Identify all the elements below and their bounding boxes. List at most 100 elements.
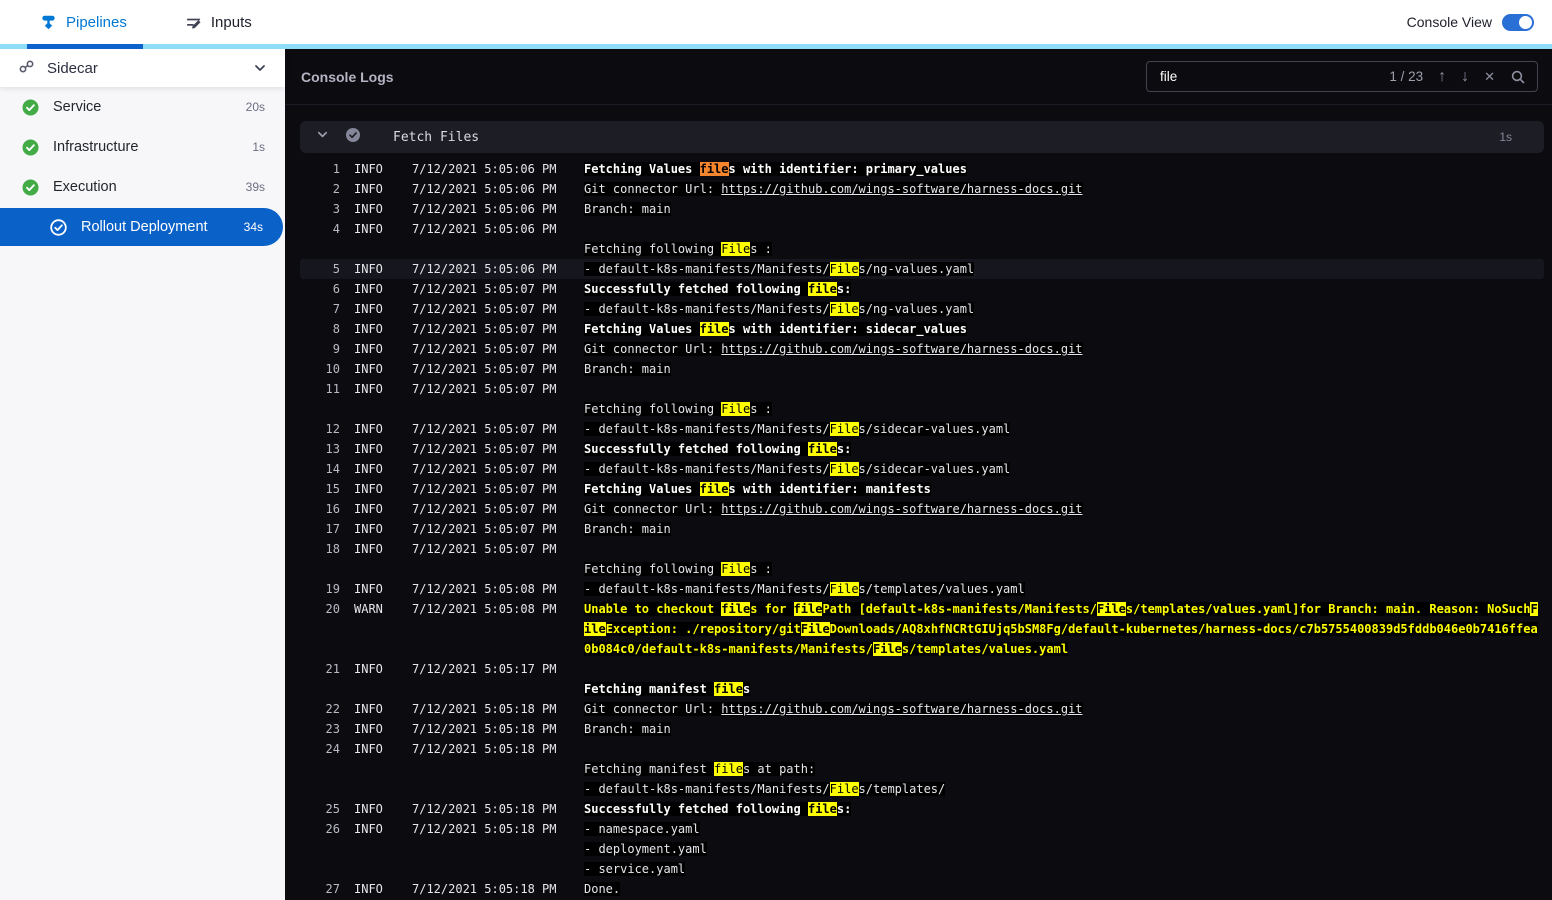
log-message: - default-k8s-manifests/Manifests/Files/… — [584, 462, 1011, 476]
log-message: Branch: main — [584, 522, 671, 536]
log-line-27: 27 INFO 7/12/2021 5:05:18 PM Done. — [300, 879, 1544, 899]
line-number: 25 — [325, 802, 340, 816]
log-link[interactable]: https://github.com/wings-software/harnes… — [721, 502, 1082, 516]
log-level: INFO — [354, 302, 383, 316]
log-message: Git connector Url: https://github.com/wi… — [584, 342, 1083, 356]
previous-match-button[interactable]: ↑ — [1438, 68, 1446, 85]
log-level: INFO — [354, 202, 383, 216]
log-timestamp: 7/12/2021 5:05:08 PM — [412, 602, 557, 616]
log-level: INFO — [354, 342, 383, 356]
log-line-9: 9 INFO 7/12/2021 5:05:07 PM Git connector U… — [300, 339, 1544, 359]
search-match: File — [829, 262, 859, 276]
line-number: 19 — [325, 582, 340, 596]
next-match-button[interactable]: ↓ — [1461, 68, 1469, 85]
log-level: INFO — [354, 882, 383, 896]
log-line-18: 18 INFO 7/12/2021 5:05:07 PM Fetching follo… — [300, 539, 1544, 579]
log-link[interactable]: https://github.com/wings-software/harnes… — [721, 342, 1082, 356]
search-match: file — [793, 602, 823, 616]
log-section-fetch-files[interactable]: Fetch Files 1s — [300, 121, 1544, 153]
log-message: Successfully fetched following files: — [584, 282, 852, 296]
toggle-knob — [1519, 15, 1532, 29]
log-message: Branch: main — [584, 202, 671, 216]
log-timestamp: 7/12/2021 5:05:17 PM — [412, 662, 557, 676]
log-link[interactable]: https://github.com/wings-software/harnes… — [721, 702, 1082, 716]
nav-tabs: Pipelines Inputs — [40, 14, 252, 31]
pipelines-icon — [40, 14, 57, 31]
log-level: INFO — [354, 662, 383, 676]
console-header: Console Logs 1 / 23 ↑ ↓ ✕ — [285, 49, 1552, 105]
log-line-26: 26 INFO 7/12/2021 5:05:18 PM - namespace.ya… — [300, 819, 1544, 879]
tab-inputs[interactable]: Inputs — [185, 14, 252, 31]
log-level: INFO — [354, 482, 383, 496]
line-number: 16 — [325, 502, 340, 516]
log-line-13: 13 INFO 7/12/2021 5:05:07 PM Successfully f… — [300, 439, 1544, 459]
search-match: File — [721, 242, 751, 256]
log-level: INFO — [354, 582, 383, 596]
section-title: Fetch Files — [393, 129, 480, 145]
log-level: INFO — [354, 502, 383, 516]
console-view-control: Console View — [1406, 13, 1534, 31]
log-message: Git connector Url: https://github.com/wi… — [584, 502, 1083, 516]
console-view-label: Console View — [1406, 14, 1492, 30]
line-number: 6 — [332, 282, 340, 296]
line-number: 14 — [325, 462, 340, 476]
line-number: 13 — [325, 442, 340, 456]
line-number: 23 — [325, 722, 340, 736]
step-duration: 34s — [243, 220, 263, 234]
step-label: Service — [53, 99, 102, 115]
log-timestamp: 7/12/2021 5:05:07 PM — [412, 502, 557, 516]
step-label: Infrastructure — [53, 139, 139, 155]
log-search-input[interactable] — [1158, 68, 1375, 85]
stage-header-sidecar[interactable]: Sidecar — [0, 49, 285, 87]
search-match: File — [1097, 602, 1126, 616]
success-check-icon — [22, 179, 39, 196]
log-message: Fetching following Files : — [584, 402, 772, 416]
log-message: - namespace.yaml - deployment.yaml - servi… — [584, 822, 707, 876]
clear-search-button[interactable]: ✕ — [1484, 70, 1495, 83]
line-number: 10 — [325, 362, 340, 376]
tab-pipelines[interactable]: Pipelines — [40, 14, 127, 31]
log-timestamp: 7/12/2021 5:05:06 PM — [412, 262, 557, 276]
step-duration: 1s — [252, 140, 265, 154]
line-number: 9 — [332, 342, 340, 356]
search-match: file — [807, 442, 837, 456]
log-line-5: 5 INFO 7/12/2021 5:05:06 PM - default-k8s-m… — [300, 259, 1544, 279]
line-number: 8 — [332, 322, 340, 336]
link-icon — [18, 58, 35, 79]
log-line-23: 23 INFO 7/12/2021 5:05:18 PM Branch: main — [300, 719, 1544, 739]
sidebar-step-execution[interactable]: Execution 39s — [0, 167, 285, 207]
log-timestamp: 7/12/2021 5:05:07 PM — [412, 302, 557, 316]
log-line-20: 20 WARN 7/12/2021 5:05:08 PM Unable to chec… — [300, 599, 1544, 659]
collapse-chevron-icon[interactable] — [316, 128, 329, 146]
log-level: INFO — [354, 382, 383, 396]
log-message: Successfully fetched following files: — [584, 802, 852, 816]
log-message: Fetching manifest files — [584, 682, 751, 696]
sidebar-step-service[interactable]: Service 20s — [0, 87, 285, 127]
line-number: 3 — [332, 202, 340, 216]
log-line-8: 8 INFO 7/12/2021 5:05:07 PM Fetching Values… — [300, 319, 1544, 339]
log-timestamp: 7/12/2021 5:05:07 PM — [412, 522, 557, 536]
log-line-1: 1 INFO 7/12/2021 5:05:06 PM Fetching Values… — [300, 159, 1544, 179]
console-view-toggle[interactable] — [1502, 13, 1534, 31]
current-search-match: file — [699, 162, 729, 176]
sidebar-step-rollout-deployment[interactable]: Rollout Deployment 34s — [0, 208, 283, 246]
tab-inputs-label: Inputs — [210, 13, 252, 31]
step-duration: 39s — [245, 180, 265, 194]
log-link[interactable]: https://github.com/wings-software/harnes… — [721, 182, 1082, 196]
log-level: INFO — [354, 522, 383, 536]
sidebar-step-infrastructure[interactable]: Infrastructure 1s — [0, 127, 285, 167]
log-message: Fetching Values files with identifier: s… — [584, 322, 967, 336]
chevron-down-icon — [253, 61, 267, 75]
line-number: 15 — [325, 482, 340, 496]
log-timestamp: 7/12/2021 5:05:18 PM — [412, 802, 557, 816]
log-timestamp: 7/12/2021 5:05:06 PM — [412, 222, 557, 236]
search-icon[interactable] — [1510, 69, 1526, 85]
log-timestamp: 7/12/2021 5:05:18 PM — [412, 882, 557, 896]
log-timestamp: 7/12/2021 5:05:07 PM — [412, 362, 557, 376]
log-line-11: 11 INFO 7/12/2021 5:05:07 PM Fetching follo… — [300, 379, 1544, 419]
log-timestamp: 7/12/2021 5:05:18 PM — [412, 702, 557, 716]
line-number: 2 — [332, 182, 340, 196]
log-timestamp: 7/12/2021 5:05:07 PM — [412, 422, 557, 436]
search-match: File — [829, 302, 859, 316]
log-line-2: 2 INFO 7/12/2021 5:05:06 PM Git connector U… — [300, 179, 1544, 199]
